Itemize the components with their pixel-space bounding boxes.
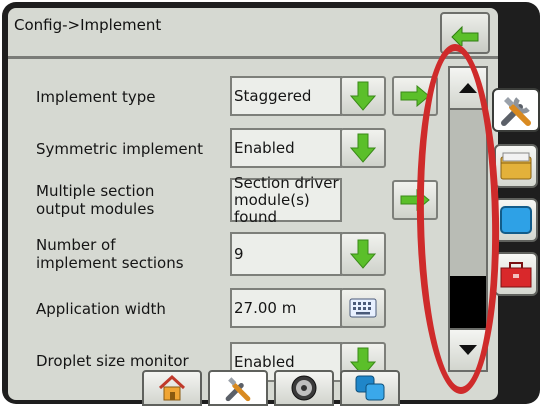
keyboard-icon	[349, 298, 377, 318]
symmetric-implement-dropdown-button[interactable]	[340, 128, 386, 168]
side-tab-tools[interactable]	[492, 88, 540, 132]
bottom-tab-bar	[142, 370, 400, 408]
side-tab-display[interactable]	[494, 198, 538, 242]
side-tab-data[interactable]	[494, 144, 538, 188]
tools-icon	[225, 377, 251, 402]
implement-type-dropdown-button[interactable]	[340, 76, 386, 116]
bottom-tab-gauge[interactable]	[274, 370, 334, 406]
device-display: Config->Implement Implement type Stagger…	[0, 0, 549, 408]
label-line-2: implement sections	[36, 254, 184, 272]
page-title: Config->Implement	[14, 16, 162, 34]
toolbox-icon	[500, 262, 532, 288]
gauge-icon	[291, 375, 317, 401]
green-down-arrow-icon	[350, 133, 376, 163]
side-tab-toolbox[interactable]	[494, 252, 538, 296]
label-line-2: output modules	[36, 200, 155, 218]
multiple-section-output-modules-label: Multiple section output modules	[36, 182, 154, 218]
symmetric-implement-label: Symmetric implement	[36, 140, 204, 158]
implement-type-value[interactable]: Staggered	[230, 76, 342, 116]
application-width-value[interactable]: 27.00 m	[230, 288, 342, 328]
number-of-sections-label: Number of implement sections	[36, 236, 184, 272]
bottom-tab-screens[interactable]	[340, 370, 400, 406]
bottom-tab-home[interactable]	[142, 370, 202, 406]
header-divider	[8, 56, 498, 59]
application-width-label: Application width	[36, 300, 166, 318]
symmetric-implement-value[interactable]: Enabled	[230, 128, 342, 168]
section-driver-status-value: Section driver module(s) found	[230, 173, 342, 225]
number-of-sections-dropdown-button[interactable]	[340, 232, 386, 276]
value-line-2: module(s) found	[234, 190, 310, 226]
screens-icon	[355, 375, 385, 401]
green-down-arrow-icon	[350, 239, 376, 269]
application-width-keyboard-button[interactable]	[340, 288, 386, 328]
display-icon	[500, 206, 532, 234]
folder-icon	[500, 152, 532, 180]
label-line-1: Multiple section	[36, 182, 155, 200]
back-arrow-icon	[451, 25, 479, 46]
droplet-size-monitor-label: Droplet size monitor	[36, 352, 189, 370]
home-icon	[158, 374, 186, 401]
label-line-1: Number of	[36, 236, 116, 254]
tools-icon	[501, 97, 531, 126]
green-down-arrow-icon	[350, 81, 376, 111]
number-of-sections-value[interactable]: 9	[230, 232, 342, 276]
value-line-1: Section driver	[234, 173, 339, 192]
implement-type-label: Implement type	[36, 88, 156, 106]
bottom-tab-tools[interactable]	[208, 370, 268, 406]
